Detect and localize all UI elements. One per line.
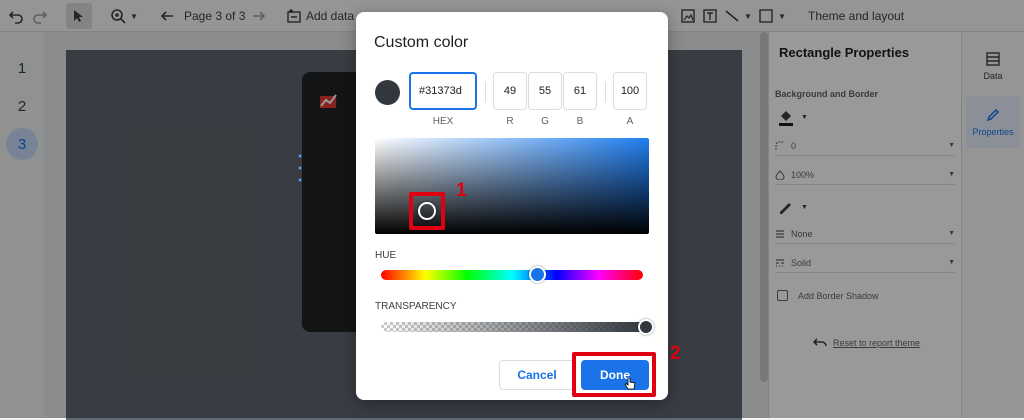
g-label: G — [541, 116, 549, 127]
hand-cursor-icon — [624, 377, 636, 390]
hex-label: HEX — [432, 116, 454, 127]
step-1-marker: 1 — [456, 180, 467, 201]
hue-slider-handle[interactable] — [529, 266, 546, 283]
annotation-highlight-box — [409, 192, 445, 230]
transparency-slider[interactable] — [381, 322, 645, 332]
done-button[interactable]: Done — [581, 360, 649, 390]
transparency-slider-handle[interactable] — [638, 319, 654, 335]
hue-label: HUE — [375, 250, 397, 261]
transparency-label: TRANSPARENCY — [375, 301, 457, 312]
a-label: A — [626, 116, 634, 127]
custom-color-dialog: Custom color #31373d 49 55 61 100 HEX R … — [356, 12, 668, 400]
b-label: B — [576, 116, 584, 127]
dialog-title: Custom color — [374, 34, 469, 51]
green-input[interactable]: 55 — [528, 72, 562, 110]
field-divider — [605, 82, 606, 102]
blue-input[interactable]: 61 — [563, 72, 597, 110]
field-divider — [485, 82, 486, 102]
r-label: R — [506, 116, 514, 127]
color-preview-swatch — [375, 80, 400, 105]
step-2-marker: 2 — [670, 343, 681, 364]
hue-slider[interactable] — [381, 270, 643, 280]
red-input[interactable]: 49 — [493, 72, 527, 110]
alpha-input[interactable]: 100 — [613, 72, 647, 110]
hex-input[interactable]: #31373d — [409, 72, 477, 110]
cancel-button[interactable]: Cancel — [499, 360, 575, 390]
